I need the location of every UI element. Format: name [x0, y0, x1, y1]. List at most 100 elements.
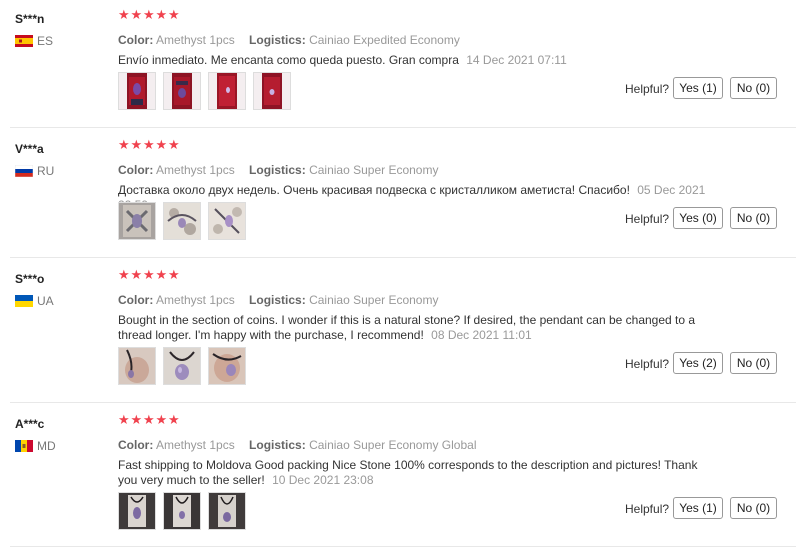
review-photo-thumbnail[interactable]	[163, 347, 201, 385]
star-icon: ★	[118, 267, 130, 282]
star-icon: ★	[168, 7, 180, 22]
star-icon: ★	[130, 412, 143, 427]
star-icon: ★	[143, 267, 155, 282]
star-icon: ★	[143, 7, 155, 22]
review-date: 10 Dec 2021 23:08	[272, 473, 374, 487]
review-photo-thumbnail[interactable]	[253, 72, 291, 110]
review-divider	[10, 402, 796, 403]
review-text: Envío inmediato. Me encanta como queda p…	[118, 53, 459, 67]
review-item: S***n ES ★ ★ ★ ★ ★ Color: Amethyst 1pcs …	[0, 7, 800, 128]
helpful-yes-button[interactable]: Yes (1)	[673, 77, 723, 99]
logistics-value: Cainiao Super Economy	[309, 163, 439, 177]
logistics-value: Cainiao Expedited Economy	[309, 33, 460, 47]
russia-flag-icon	[15, 165, 33, 177]
order-info: Color: Amethyst 1pcs Logistics: Cainiao …	[118, 438, 477, 452]
color-value: Amethyst 1pcs	[156, 163, 235, 177]
color-label: Color:	[118, 438, 154, 452]
spain-flag-icon	[15, 35, 33, 47]
star-rating: ★ ★ ★ ★ ★	[118, 137, 181, 152]
star-icon: ★	[168, 267, 180, 282]
review-photo-thumbnail[interactable]	[163, 492, 201, 530]
helpful-label: Helpful?	[625, 357, 670, 371]
review-photos	[118, 347, 253, 385]
review-date: 08 Dec 2021 11:01	[431, 328, 532, 342]
helpful-yes-button[interactable]: Yes (1)	[673, 497, 723, 519]
review-divider	[10, 257, 796, 258]
review-item: S***o UA ★ ★ ★ ★ ★ Color: Amethyst 1pcs …	[0, 267, 800, 403]
review-text-block: Bought in the section of coins. I wonder…	[118, 313, 708, 343]
country-code: ES	[37, 34, 54, 48]
star-icon: ★	[168, 137, 180, 152]
star-rating: ★ ★ ★ ★ ★	[118, 412, 181, 427]
logistics-label: Logistics:	[249, 163, 306, 177]
star-icon: ★	[168, 412, 180, 427]
review-photo-thumbnail[interactable]	[118, 72, 156, 110]
color-label: Color:	[118, 293, 154, 307]
color-label: Color:	[118, 163, 154, 177]
star-icon: ★	[143, 412, 155, 427]
color-value: Amethyst 1pcs	[156, 293, 235, 307]
color-value: Amethyst 1pcs	[156, 438, 235, 452]
helpful-yes-button[interactable]: Yes (0)	[673, 207, 723, 229]
star-icon: ★	[130, 7, 143, 22]
helpful-no-button[interactable]: No (0)	[730, 77, 777, 99]
logistics-value: Cainiao Super Economy	[309, 293, 439, 307]
country-code: RU	[37, 164, 55, 178]
star-icon: ★	[118, 412, 130, 427]
star-icon: ★	[118, 7, 130, 22]
helpful-no-button[interactable]: No (0)	[730, 352, 777, 374]
reviewer-name: S***o	[15, 272, 45, 286]
review-divider	[10, 127, 796, 128]
star-icon: ★	[155, 267, 168, 282]
helpful-label: Helpful?	[625, 502, 670, 516]
review-photos	[118, 202, 253, 240]
star-icon: ★	[130, 137, 143, 152]
logistics-label: Logistics:	[249, 293, 306, 307]
review-date: 14 Dec 2021 07:11	[466, 53, 567, 67]
review-text-block: Envío inmediato. Me encanta como queda p…	[118, 53, 708, 68]
review-photo-thumbnail[interactable]	[208, 202, 246, 240]
country-code: UA	[37, 294, 54, 308]
star-icon: ★	[155, 7, 168, 22]
review-text: Доставка около двух недель. Очень красив…	[118, 183, 630, 197]
reviewer-country: RU	[15, 164, 54, 178]
star-rating: ★ ★ ★ ★ ★	[118, 267, 181, 282]
review-item: A***c MD ★ ★ ★ ★ ★ Color: Amethyst 1pcs …	[0, 412, 800, 547]
helpful-yes-button[interactable]: Yes (2)	[673, 352, 723, 374]
star-rating: ★ ★ ★ ★ ★	[118, 7, 181, 22]
review-photo-thumbnail[interactable]	[208, 72, 246, 110]
order-info: Color: Amethyst 1pcs Logistics: Cainiao …	[118, 293, 438, 307]
review-text: Bought in the section of coins. I wonder…	[118, 313, 696, 342]
review-text: Fast shipping to Moldova Good packing Ni…	[118, 458, 698, 487]
star-icon: ★	[118, 137, 130, 152]
star-icon: ★	[130, 267, 143, 282]
review-text-block: Fast shipping to Moldova Good packing Ni…	[118, 458, 708, 488]
review-divider	[10, 546, 796, 547]
review-photo-thumbnail[interactable]	[118, 492, 156, 530]
logistics-label: Logistics:	[249, 33, 306, 47]
reviewer-country: UA	[15, 294, 54, 308]
review-photos	[118, 492, 253, 530]
star-icon: ★	[155, 412, 168, 427]
helpful-no-button[interactable]: No (0)	[730, 207, 777, 229]
order-info: Color: Amethyst 1pcs Logistics: Cainiao …	[118, 33, 460, 47]
reviewer-name: V***a	[15, 142, 44, 156]
review-photo-thumbnail[interactable]	[118, 347, 156, 385]
order-info: Color: Amethyst 1pcs Logistics: Cainiao …	[118, 163, 438, 177]
review-photo-thumbnail[interactable]	[163, 72, 201, 110]
helpful-no-button[interactable]: No (0)	[730, 497, 777, 519]
review-photo-thumbnail[interactable]	[163, 202, 201, 240]
review-photo-thumbnail[interactable]	[118, 202, 156, 240]
star-icon: ★	[143, 137, 155, 152]
reviewer-name: S***n	[15, 12, 45, 26]
logistics-value: Cainiao Super Economy Global	[309, 438, 477, 452]
color-label: Color:	[118, 33, 154, 47]
reviewer-country: ES	[15, 34, 53, 48]
star-icon: ★	[155, 137, 168, 152]
helpful-label: Helpful?	[625, 82, 670, 96]
helpful-label: Helpful?	[625, 212, 670, 226]
review-photo-thumbnail[interactable]	[208, 347, 246, 385]
review-photo-thumbnail[interactable]	[208, 492, 246, 530]
country-code: MD	[37, 439, 56, 453]
logistics-label: Logistics:	[249, 438, 306, 452]
